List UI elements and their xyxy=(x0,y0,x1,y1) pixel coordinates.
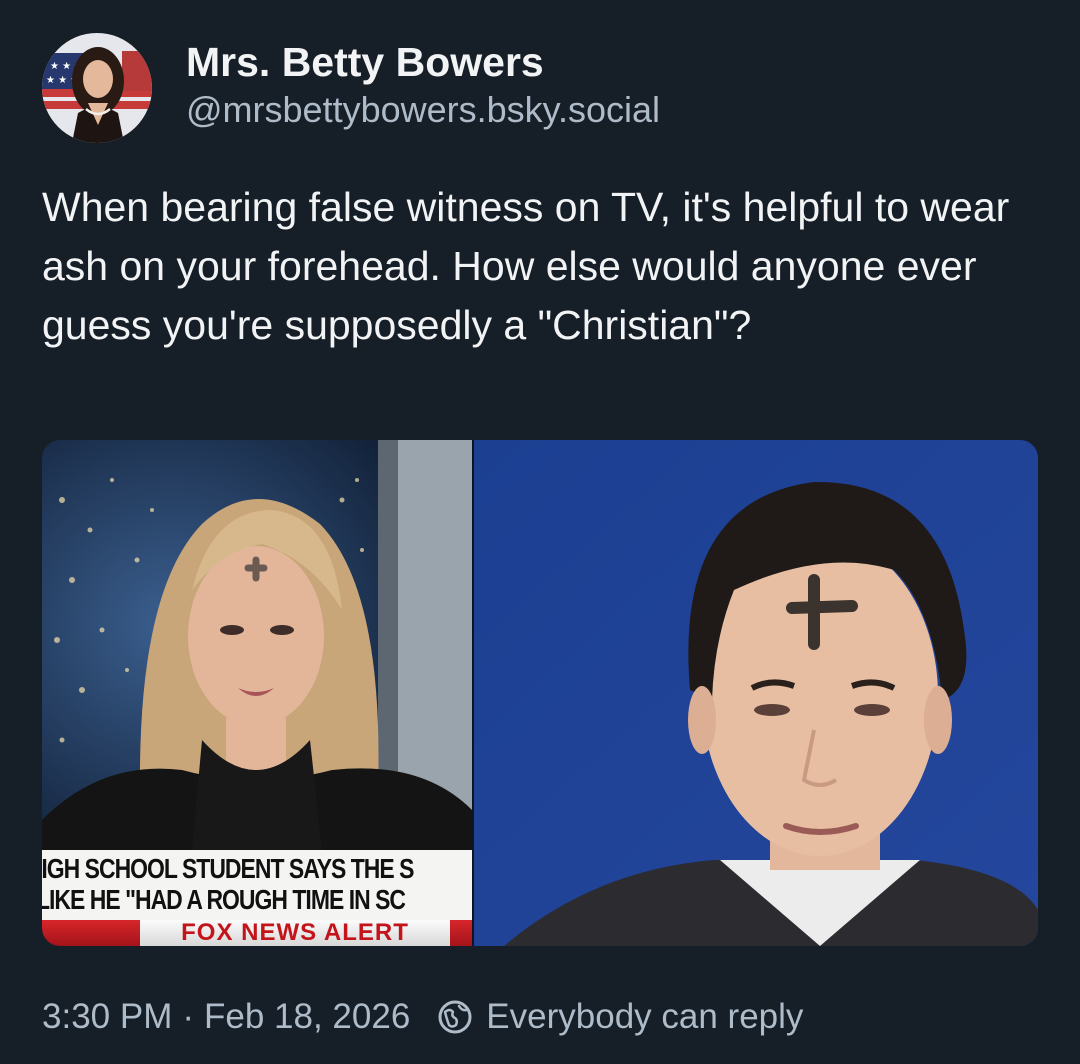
chyron-line-2: LIKE HE "HAD A ROUGH TIME IN SC xyxy=(42,884,406,915)
author-avatar[interactable]: ★ ★ ★ ★ ★ ★ xyxy=(42,33,152,143)
chyron-line-1: IIGH SCHOOL STUDENT SAYS THE S xyxy=(42,853,414,884)
author-names: Mrs. Betty Bowers @mrsbettybowers.bsky.s… xyxy=(186,37,660,133)
post-time: 3:30 PM xyxy=(42,997,173,1036)
chyron-headline: IIGH SCHOOL STUDENT SAYS THE S LIKE HE "… xyxy=(42,850,472,920)
post-text: When bearing false witness on TV, it's h… xyxy=(42,184,1010,348)
reply-setting-label[interactable]: Everybody can reply xyxy=(486,997,803,1037)
news-chyron: IIGH SCHOOL STUDENT SAYS THE S LIKE HE "… xyxy=(42,850,472,946)
post-header: ★ ★ ★ ★ ★ ★ Mrs. Betty Bowers @mrsbettyb… xyxy=(42,32,660,144)
news-still-right xyxy=(474,440,1038,946)
anchor-photo-icon xyxy=(42,440,472,850)
author-display-name[interactable]: Mrs. Betty Bowers xyxy=(186,37,660,87)
author-handle[interactable]: @mrsbettybowers.bsky.social xyxy=(186,87,660,133)
post-image[interactable]: IIGH SCHOOL STUDENT SAYS THE S LIKE HE "… xyxy=(42,440,1038,946)
news-still-left: IIGH SCHOOL STUDENT SAYS THE S LIKE HE "… xyxy=(42,440,472,946)
post-date: Feb 18, 2026 xyxy=(204,997,411,1036)
fox-news-alert-label: FOX NEWS ALERT xyxy=(140,920,450,946)
meta-separator: · xyxy=(182,997,195,1036)
politician-photo-icon xyxy=(474,440,1038,946)
avatar-portrait-icon: ★ ★ ★ ★ ★ ★ xyxy=(42,33,152,143)
post-footer: 3:30 PM · Feb 18, 2026 Everybody can rep… xyxy=(42,992,803,1042)
chyron-alert-bar: FOX NEWS ALERT xyxy=(42,920,472,946)
reply-permission-icon xyxy=(436,998,474,1036)
